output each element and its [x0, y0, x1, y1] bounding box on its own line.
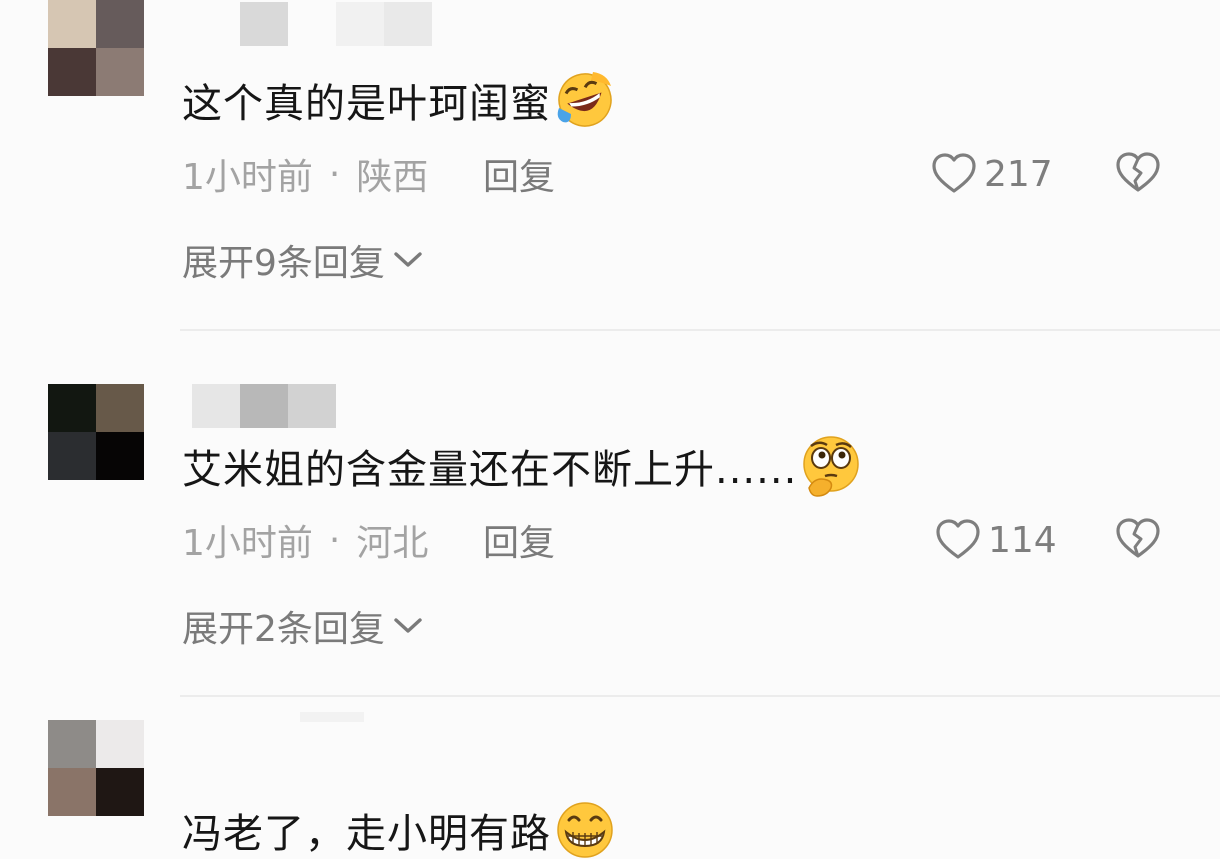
grinning-emoji	[557, 802, 613, 858]
username-blurred[interactable]	[192, 384, 336, 428]
comment-meta: 1小时前 · 陕西	[182, 150, 429, 199]
avatar[interactable]	[48, 0, 144, 96]
divider	[180, 695, 1220, 697]
meta-separator: ·	[328, 519, 341, 561]
meta-separator: ·	[328, 153, 341, 195]
chevron-down-icon	[394, 618, 422, 633]
comment-text-content: 冯老了，走小明有路	[182, 811, 551, 857]
broken-heart-icon[interactable]	[1114, 149, 1162, 197]
heart-icon	[932, 153, 976, 193]
comment-list: 这个真的是叶珂闺蜜 1小时前 · 陕西 回复 217 展开9条回复 艾米姐的含金…	[0, 0, 1220, 859]
like-button[interactable]: 217	[930, 149, 1053, 199]
comment-location: 河北	[356, 523, 429, 564]
reply-button[interactable]: 回复	[483, 516, 555, 564]
avatar[interactable]	[48, 384, 144, 480]
expand-replies-button[interactable]: 展开9条回复	[182, 236, 423, 284]
comment-text: 艾米姐的含金量还在不断上升......	[182, 432, 863, 500]
divider	[180, 329, 1220, 331]
username-blurred[interactable]	[180, 2, 432, 46]
like-button[interactable]: 114	[934, 515, 1057, 565]
comment-time: 1小时前	[182, 157, 313, 198]
expand-replies-label: 展开9条回复	[182, 243, 385, 284]
heart-icon	[936, 519, 980, 559]
rolling-laughing-emoji	[557, 72, 612, 127]
comment-meta: 1小时前 · 河北	[182, 516, 429, 565]
like-count: 114	[988, 519, 1057, 561]
username-blurred[interactable]	[300, 712, 364, 756]
comment-text: 这个真的是叶珂闺蜜	[182, 66, 617, 134]
avatar[interactable]	[48, 720, 144, 816]
comment-text-content: 这个真的是叶珂闺蜜	[182, 81, 551, 127]
like-count: 217	[984, 153, 1053, 195]
comment-location: 陕西	[356, 157, 429, 198]
thinking-eyes-emoji	[803, 436, 860, 497]
chevron-down-icon	[394, 252, 422, 267]
expand-replies-button[interactable]: 展开2条回复	[182, 602, 423, 650]
comment-text: 冯老了，走小明有路	[182, 796, 617, 859]
comment-text-content: 艾米姐的含金量还在不断上升......	[182, 447, 798, 493]
broken-heart-icon[interactable]	[1114, 515, 1162, 563]
comment-time: 1小时前	[182, 523, 313, 564]
reply-button[interactable]: 回复	[483, 150, 555, 198]
expand-replies-label: 展开2条回复	[182, 609, 385, 650]
